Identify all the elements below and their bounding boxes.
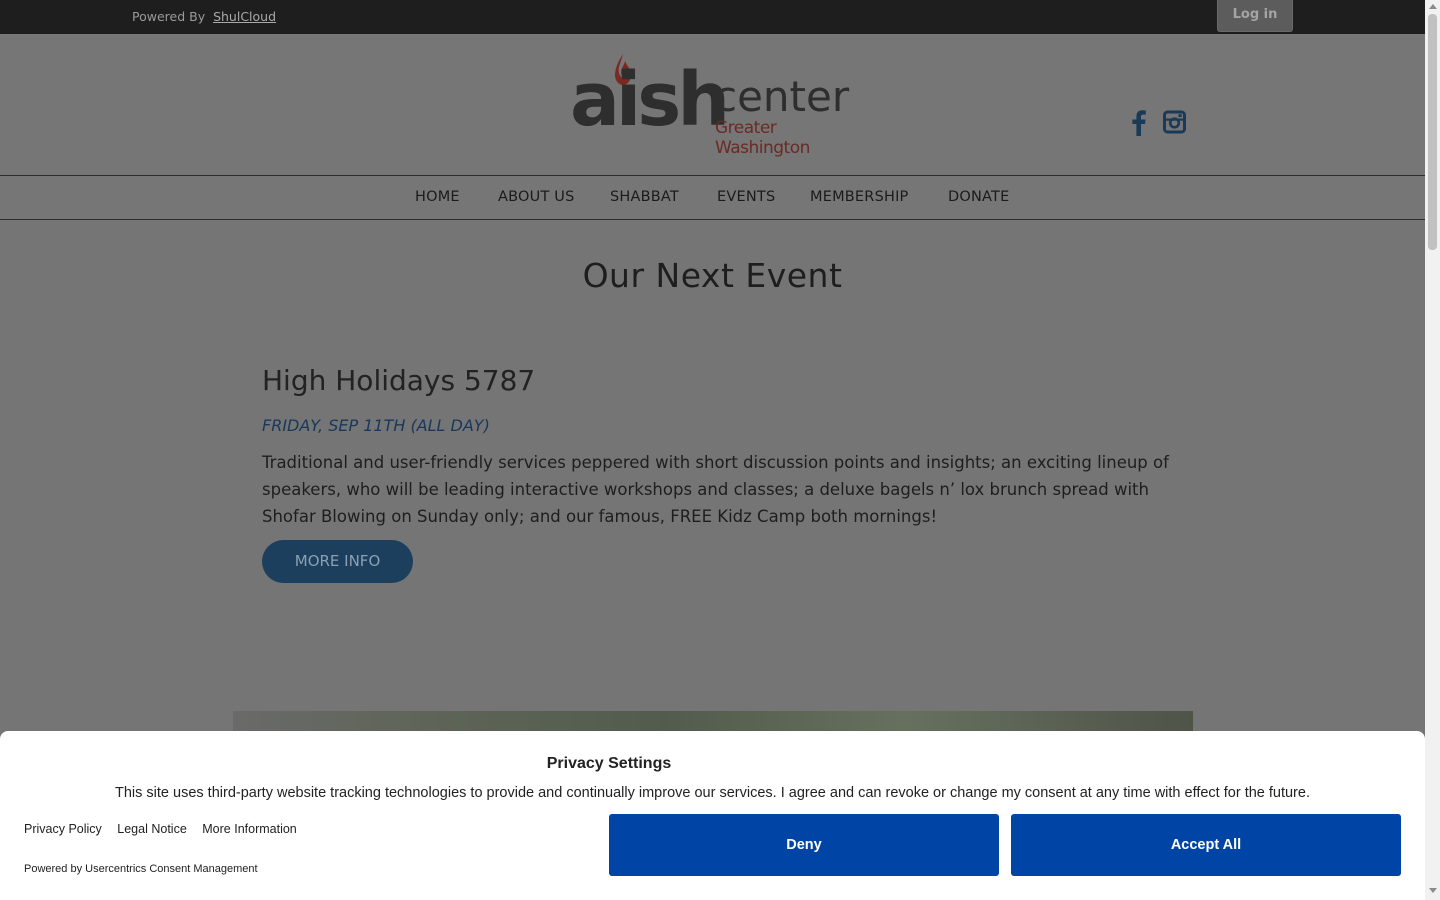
more-information-link[interactable]: More Information: [202, 822, 296, 836]
event-description: Traditional and user-friendly services p…: [262, 453, 1169, 526]
scroll-up-arrow-icon[interactable]: [1429, 4, 1437, 9]
deny-button[interactable]: Deny: [609, 814, 999, 876]
nav-donate[interactable]: DONATE: [948, 189, 1009, 205]
scroll-thumb[interactable]: [1428, 14, 1437, 250]
consent-text: This site uses third-party website track…: [115, 785, 1310, 801]
logo-center-text: center: [714, 72, 850, 121]
nav-about-us[interactable]: ABOUT US: [498, 189, 575, 205]
consent-title: Privacy Settings: [546, 755, 672, 772]
logo-subtitle: Greater Washington: [715, 118, 810, 158]
top-bar: Powered By ShulCloud Log in: [0, 0, 1425, 34]
facebook-icon[interactable]: [1131, 110, 1147, 136]
nav-events[interactable]: EVENTS: [717, 189, 775, 205]
nav-home[interactable]: HOME: [415, 189, 460, 205]
login-button[interactable]: Log in: [1217, 0, 1293, 32]
instagram-icon[interactable]: [1163, 110, 1186, 134]
event-date: FRIDAY, SEP 11TH (ALL DAY): [262, 416, 490, 435]
section-title: Our Next Event: [582, 256, 843, 295]
powered-by-label: Powered By: [132, 9, 206, 24]
legal-notice-link[interactable]: Legal Notice: [117, 822, 187, 836]
consent-links: Privacy Policy Legal Notice More Informa…: [24, 822, 309, 836]
nav-membership[interactable]: MEMBERSHIP: [810, 189, 909, 205]
scroll-down-arrow-icon[interactable]: [1429, 888, 1437, 893]
more-info-button[interactable]: MORE INFO: [262, 540, 413, 583]
nav-shabbat[interactable]: SHABBAT: [610, 189, 679, 205]
event-title[interactable]: High Holidays 5787: [262, 364, 535, 397]
privacy-policy-link[interactable]: Privacy Policy: [24, 822, 102, 836]
logo-aish-text: aish: [570, 57, 730, 143]
accept-all-button[interactable]: Accept All: [1011, 814, 1401, 876]
page-scrollbar[interactable]: [1425, 0, 1440, 900]
powered-by: Powered By ShulCloud: [132, 9, 276, 24]
site-logo[interactable]: aish center Greater Washington: [570, 54, 860, 158]
privacy-consent-banner: Privacy Settings This site uses third-pa…: [0, 731, 1425, 900]
main-nav: HOME ABOUT US SHABBAT EVENTS MEMBERSHIP …: [0, 175, 1425, 220]
site-header: aish center Greater Washington: [0, 34, 1425, 175]
consent-powered-by: Powered by Usercentrics Consent Manageme…: [24, 863, 258, 875]
shulcloud-link[interactable]: ShulCloud: [213, 9, 276, 24]
